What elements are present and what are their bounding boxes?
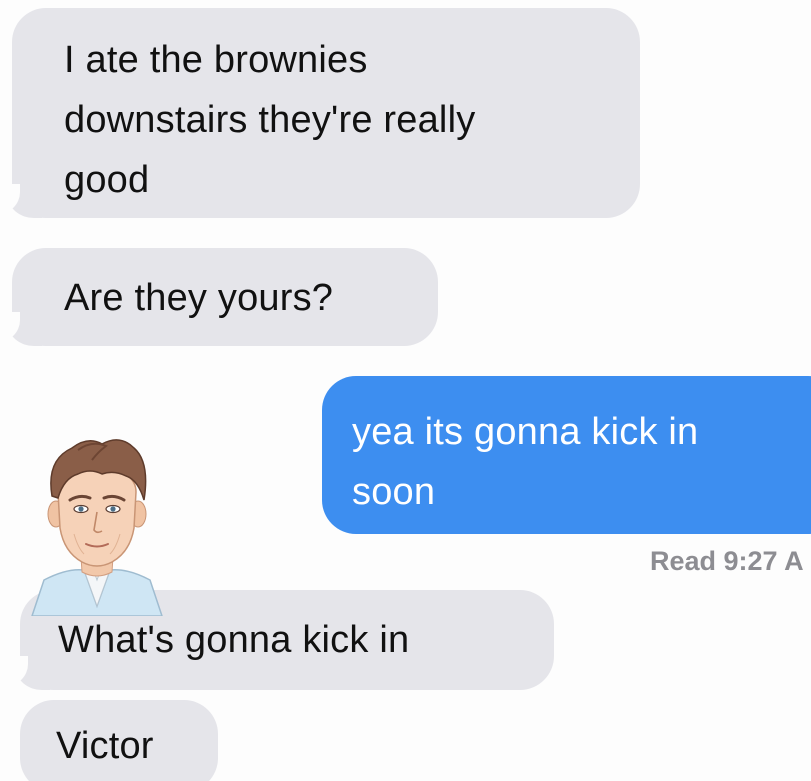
cartoon-man-avatar-icon [22,430,172,617]
bubble-tail [0,312,42,346]
incoming-message-bubble[interactable]: Victor [20,700,218,781]
incoming-message-bubble[interactable]: I ate the brownies downstairs they're re… [12,8,640,218]
bubble-tail [2,656,50,690]
bubble-tail [0,184,42,218]
message-thread: I ate the brownies downstairs they're re… [0,0,811,781]
incoming-message-bubble[interactable]: Are they yours? [12,248,438,346]
outgoing-message-bubble[interactable]: yea its gonna kick in soon [322,376,811,534]
read-receipt: Read 9:27 A [650,546,804,576]
